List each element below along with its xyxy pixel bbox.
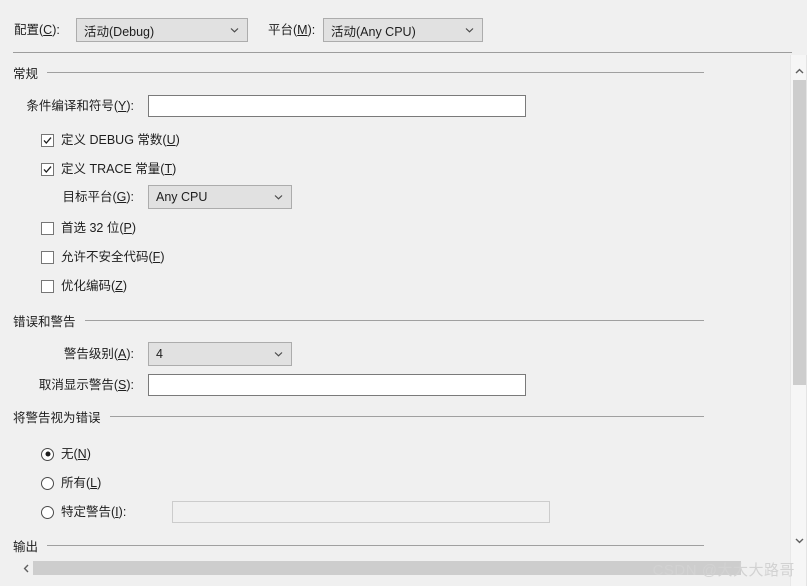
optimize-code-label: 优化编码(Z) [61, 279, 127, 293]
properties-content-pane: 常规 条件编译和符号(Y): 定义 DEBUG 常数(U) 定义 TRACE 常… [0, 55, 772, 586]
allow-unsafe-code-checkbox[interactable] [41, 250, 54, 264]
check-icon [42, 164, 53, 175]
define-debug-checkbox-row[interactable]: 定义 DEBUG 常数(U) [41, 132, 180, 148]
treat-warnings-none-radio[interactable] [41, 447, 54, 461]
header-divider [13, 52, 792, 53]
chevron-down-icon [274, 350, 283, 359]
vertical-scrollbar-thumb[interactable] [793, 80, 806, 385]
treat-warnings-all-radio-row[interactable]: 所有(L) [41, 475, 101, 491]
group-treat-warnings-as-errors-title: 将警告视为错误 [13, 406, 110, 426]
treat-warnings-specific-input-row [172, 501, 550, 523]
warning-level-dropdown-value: 4 [156, 347, 163, 361]
scroll-up-button[interactable] [791, 62, 807, 79]
group-general-rule [47, 71, 704, 73]
allow-unsafe-code-checkbox-row[interactable]: 允许不安全代码(F) [41, 249, 164, 265]
target-platform-dropdown-value: Any CPU [156, 190, 208, 204]
configuration-label: 配置(C): [14, 23, 60, 37]
treat-warnings-specific-label: 特定警告(I): [61, 505, 127, 519]
optimize-code-checkbox-row[interactable]: 优化编码(Z) [41, 278, 127, 294]
warning-level-dropdown[interactable]: 4 [148, 342, 292, 366]
horizontal-scrollbar-thumb[interactable] [33, 561, 741, 575]
chevron-up-icon [795, 64, 804, 78]
chevron-down-icon [465, 26, 474, 35]
warning-level-label: 警告级别(A): [63, 347, 134, 361]
optimize-code-checkbox[interactable] [41, 279, 54, 293]
group-treat-warnings-as-errors-rule [109, 415, 704, 417]
conditional-symbols-input[interactable] [148, 95, 526, 117]
platform-dropdown[interactable]: 活动(Any CPU) [323, 18, 483, 42]
prefer-32bit-checkbox[interactable] [41, 221, 54, 235]
group-output: 输出 [0, 535, 772, 555]
treat-warnings-specific-radio-row[interactable]: 特定警告(I): [41, 504, 126, 520]
radio-dot-icon [45, 451, 50, 457]
chevron-down-icon [274, 193, 283, 202]
target-platform-row: 目标平台(G): Any CPU [0, 185, 292, 209]
define-trace-checkbox[interactable] [41, 162, 54, 176]
treat-warnings-all-radio[interactable] [41, 476, 54, 490]
platform-label: 平台(M): [268, 23, 316, 37]
chevron-down-icon [795, 533, 804, 547]
group-errors-warnings-title: 错误和警告 [13, 310, 85, 330]
define-debug-checkbox[interactable] [41, 133, 54, 147]
treat-warnings-none-label: 无(N) [61, 447, 91, 461]
check-icon [42, 135, 53, 146]
chevron-down-icon [230, 26, 239, 35]
configuration-dropdown[interactable]: 活动(Debug) [76, 18, 248, 42]
group-general-title: 常规 [13, 62, 48, 82]
conditional-symbols-label: 条件编译和符号(Y): [26, 99, 134, 113]
group-errors-warnings-rule [84, 319, 704, 321]
horizontal-scrollbar[interactable] [20, 560, 772, 577]
suppress-warnings-row: 取消显示警告(S): [0, 374, 526, 396]
chevron-left-icon [23, 562, 30, 576]
prefer-32bit-checkbox-row[interactable]: 首选 32 位(P) [41, 220, 136, 236]
group-general-header: 常规 [0, 62, 772, 82]
group-treat-warnings-as-errors: 将警告视为错误 [0, 406, 772, 426]
configuration-dropdown-value: 活动(Debug) [84, 24, 155, 39]
configuration-row: 配置(C): 活动(Debug) 平台(M): 活动(Any CPU) [14, 18, 483, 42]
treat-warnings-none-radio-row[interactable]: 无(N) [41, 446, 91, 462]
group-errors-warnings-header: 错误和警告 [0, 310, 772, 330]
treat-warnings-all-label: 所有(L) [61, 476, 102, 490]
group-errors-warnings: 错误和警告 [0, 310, 772, 330]
define-trace-label: 定义 TRACE 常量(T) [61, 162, 177, 176]
scroll-down-button[interactable] [791, 531, 807, 548]
scroll-left-button[interactable] [20, 560, 33, 577]
warning-level-row: 警告级别(A): 4 [0, 342, 292, 366]
group-output-header: 输出 [0, 535, 772, 555]
group-output-rule [47, 544, 704, 546]
target-platform-label: 目标平台(G): [62, 190, 134, 204]
treat-warnings-specific-input[interactable] [172, 501, 550, 523]
prefer-32bit-label: 首选 32 位(P) [61, 221, 137, 235]
allow-unsafe-code-label: 允许不安全代码(F) [61, 250, 165, 264]
vertical-scrollbar[interactable] [790, 55, 807, 586]
configuration-bar: 配置(C): 活动(Debug) 平台(M): 活动(Any CPU) [0, 0, 807, 53]
suppress-warnings-input[interactable] [148, 374, 526, 396]
platform-dropdown-value: 活动(Any CPU) [331, 24, 416, 39]
define-trace-checkbox-row[interactable]: 定义 TRACE 常量(T) [41, 161, 176, 177]
suppress-warnings-label: 取消显示警告(S): [38, 378, 134, 392]
group-output-title: 输出 [13, 535, 48, 555]
group-treat-warnings-as-errors-header: 将警告视为错误 [0, 406, 772, 426]
group-general: 常规 [0, 62, 772, 82]
conditional-symbols-row: 条件编译和符号(Y): [0, 95, 526, 117]
define-debug-label: 定义 DEBUG 常数(U) [61, 133, 180, 147]
target-platform-dropdown[interactable]: Any CPU [148, 185, 292, 209]
treat-warnings-specific-radio[interactable] [41, 505, 54, 519]
